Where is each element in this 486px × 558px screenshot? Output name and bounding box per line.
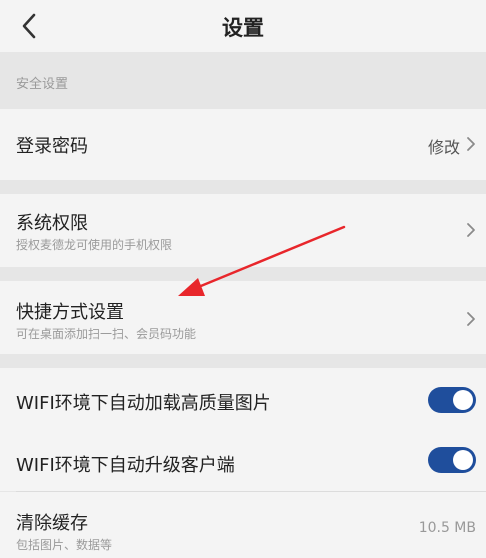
toggle-knob [453, 450, 473, 470]
login-password-label: 登录密码 [16, 136, 88, 157]
wifi-upgrade-label: WIFI环境下自动升级客户端 [16, 455, 235, 476]
chevron-right-icon [467, 312, 475, 326]
section-label-security: 安全设置 [0, 52, 486, 109]
system-permissions-row[interactable]: 系统权限 授权麦德龙可使用的手机权限 [0, 194, 486, 267]
system-permissions-sub: 授权麦德龙可使用的手机权限 [16, 238, 173, 252]
nav-header: 设置 [0, 0, 486, 52]
chevron-right-icon [467, 223, 475, 237]
clear-cache-sub: 包括图片、数据等 [16, 538, 113, 552]
login-password-row[interactable]: 登录密码 修改 [0, 109, 486, 180]
wifi-upgrade-row: WIFI环境下自动升级客户端 [0, 430, 486, 491]
wifi-images-row: WIFI环境下自动加载高质量图片 [0, 368, 486, 430]
chevron-right-icon [467, 137, 475, 151]
modify-link[interactable]: 修改 [428, 134, 460, 158]
system-permissions-label: 系统权限 [16, 213, 88, 234]
cache-size: 10.5 MB [418, 520, 476, 536]
toggle-knob [453, 390, 473, 410]
shortcut-settings-sub: 可在桌面添加扫一扫、会员码功能 [16, 327, 197, 341]
wifi-upgrade-toggle[interactable] [428, 447, 476, 473]
page-title: 设置 [222, 16, 264, 40]
wifi-images-label: WIFI环境下自动加载高质量图片 [16, 393, 271, 414]
wifi-images-toggle[interactable] [428, 387, 476, 413]
clear-cache-label: 清除缓存 [16, 513, 88, 534]
shortcut-settings-row[interactable]: 快捷方式设置 可在桌面添加扫一扫、会员码功能 [0, 281, 486, 354]
clear-cache-row[interactable]: 清除缓存 包括图片、数据等 10.5 MB [0, 492, 486, 558]
shortcut-settings-label: 快捷方式设置 [16, 302, 124, 323]
